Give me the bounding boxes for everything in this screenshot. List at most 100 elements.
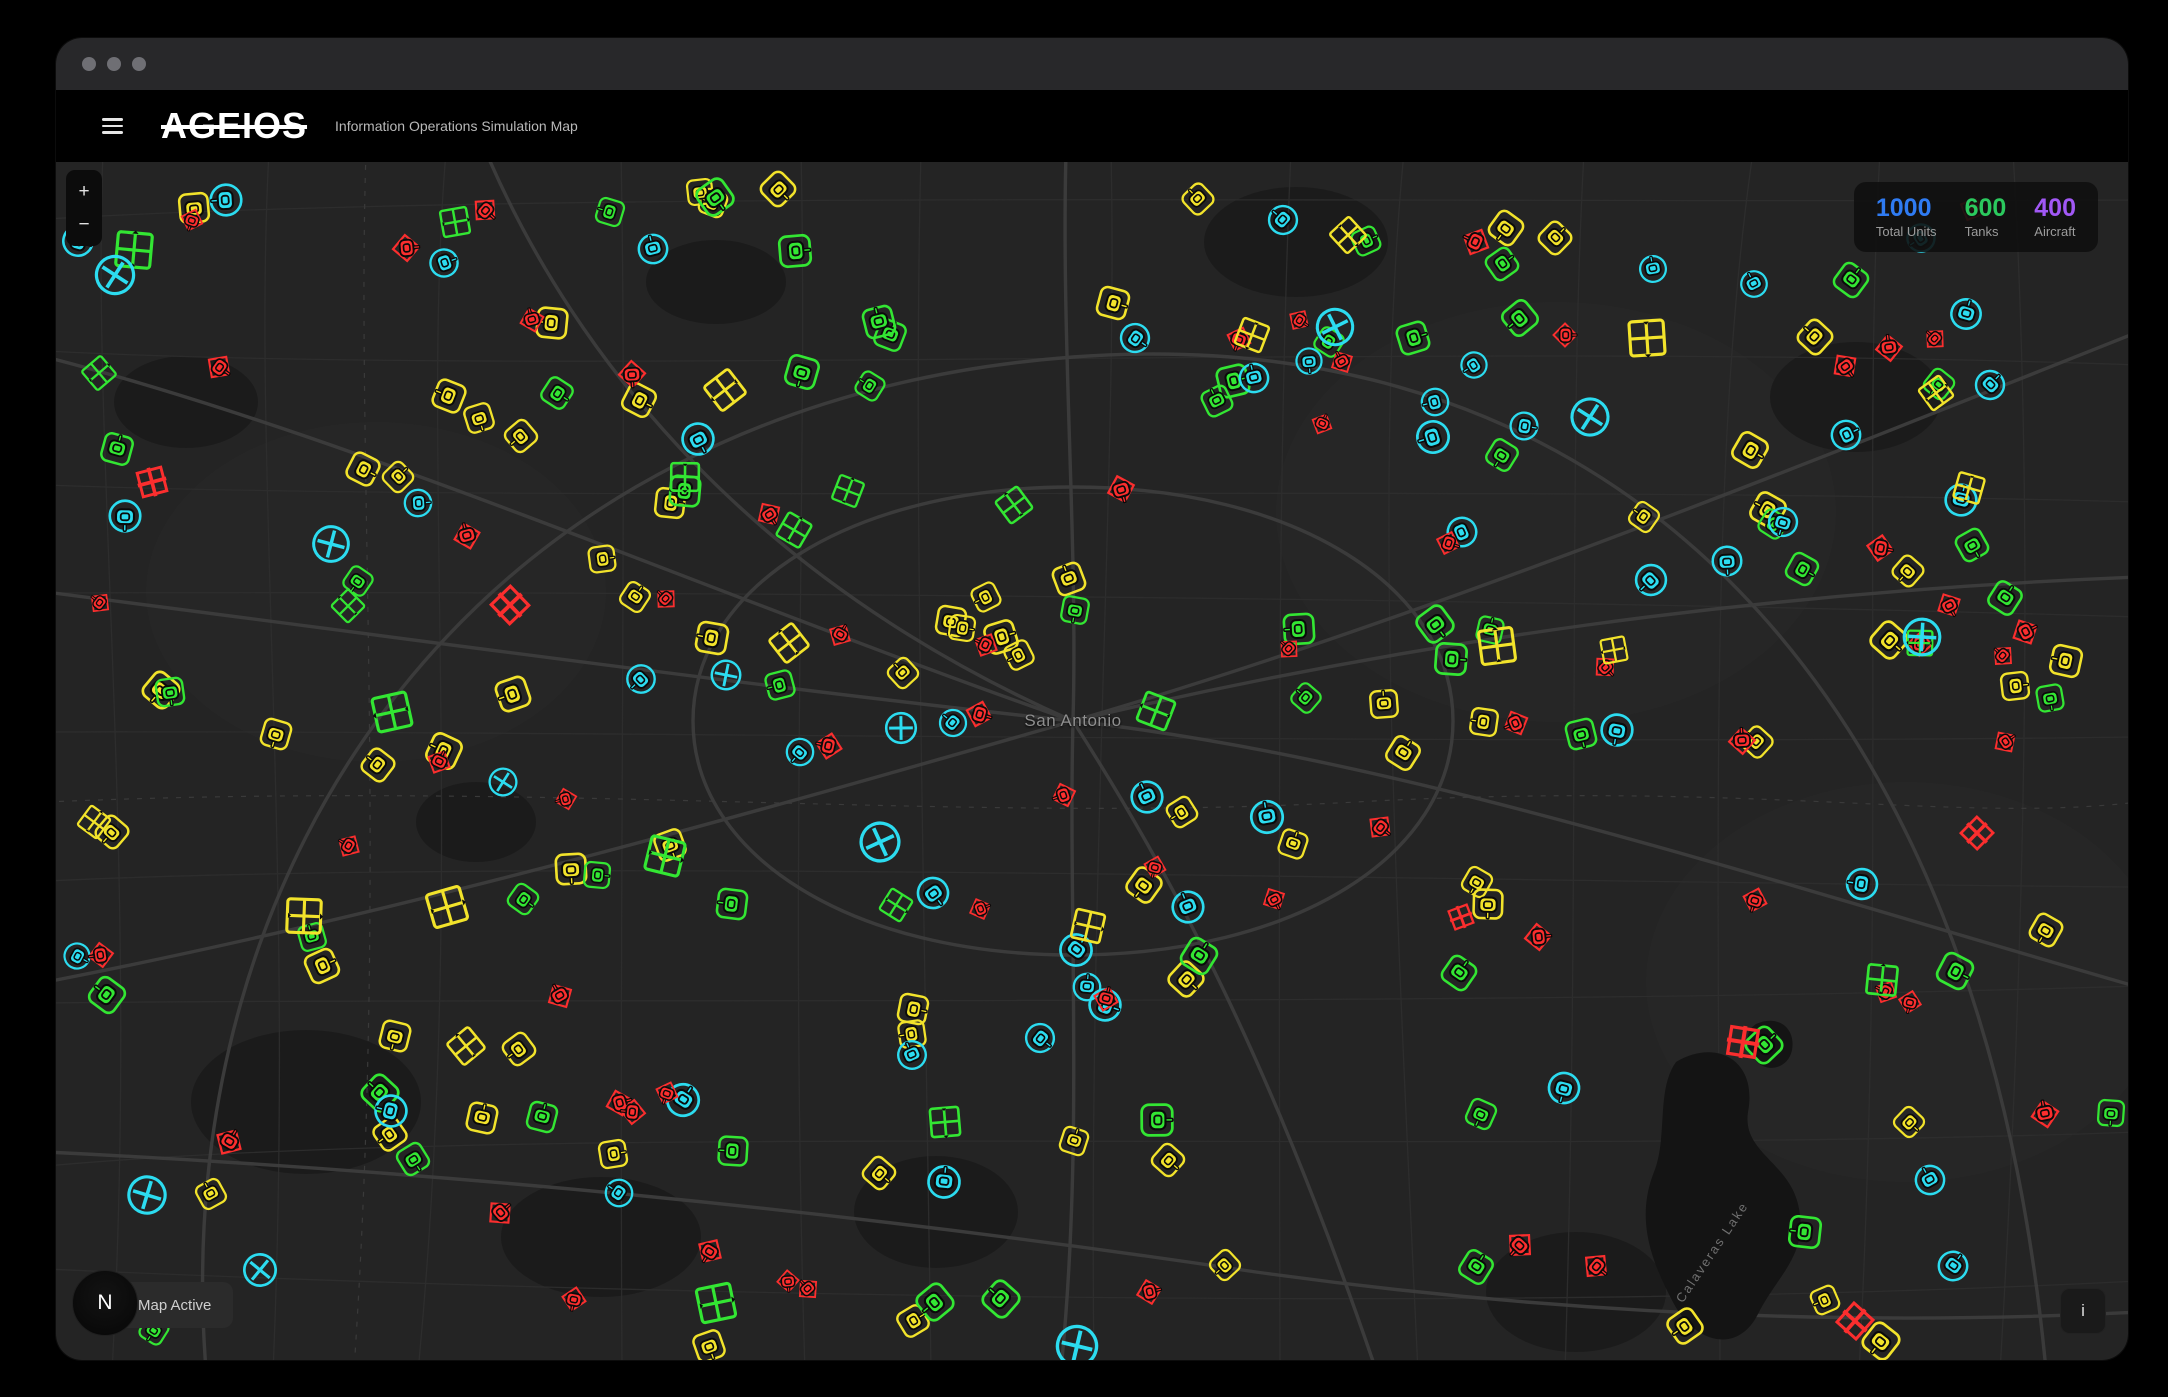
downed-unit-cyan-icon[interactable]	[484, 763, 522, 801]
tank-unit-yellow-icon[interactable]	[584, 541, 619, 576]
zoom-in-button[interactable]: +	[66, 175, 102, 208]
tank-unit-cyan-icon[interactable]	[1944, 292, 1988, 336]
downed-unit-cyan-icon[interactable]	[118, 1166, 177, 1225]
tank-unit-cyan-icon[interactable]	[423, 242, 464, 283]
tank-unit-cyan-icon[interactable]	[1929, 1242, 1976, 1289]
downed-unit-red-icon[interactable]	[486, 580, 535, 629]
tank-unit-cyan-icon[interactable]	[1234, 357, 1275, 398]
tank-unit-red-icon[interactable]	[615, 356, 650, 391]
tank-unit-red-icon[interactable]	[1736, 881, 1774, 919]
tank-unit-green-icon[interactable]	[1057, 592, 1094, 629]
info-button[interactable]: i	[2060, 1288, 2106, 1334]
tank-unit-yellow-icon[interactable]	[462, 1097, 503, 1138]
tank-unit-red-icon[interactable]	[1254, 880, 1292, 918]
aircraft-unit-yellow-icon[interactable]	[1596, 632, 1631, 667]
tank-unit-red-icon[interactable]	[329, 827, 368, 866]
tank-unit-green-icon[interactable]	[1561, 714, 1602, 755]
tank-unit-cyan-icon[interactable]	[107, 497, 144, 534]
tank-unit-cyan-icon[interactable]	[1164, 884, 1212, 932]
tank-unit-cyan-icon[interactable]	[1824, 412, 1869, 457]
window-maximize-icon[interactable]	[132, 57, 146, 71]
tank-unit-cyan-icon[interactable]	[924, 1162, 965, 1203]
aircraft-unit-green-icon[interactable]	[989, 481, 1038, 530]
downed-unit-cyan-icon[interactable]	[239, 1249, 280, 1290]
window-minimize-icon[interactable]	[107, 57, 121, 71]
tank-unit-yellow-icon[interactable]	[1660, 1301, 1710, 1351]
tank-unit-yellow-icon[interactable]	[1887, 1101, 1930, 1144]
tank-unit-red-icon[interactable]	[1861, 529, 1899, 567]
tank-unit-yellow-icon[interactable]	[753, 165, 803, 215]
tank-unit-green-icon[interactable]	[151, 673, 188, 710]
tank-unit-yellow-icon[interactable]	[687, 1325, 730, 1360]
tank-unit-red-icon[interactable]	[963, 892, 998, 927]
tank-unit-yellow-icon[interactable]	[374, 1016, 415, 1057]
tank-unit-cyan-icon[interactable]	[1246, 796, 1289, 839]
tank-unit-red-icon[interactable]	[549, 782, 582, 815]
tank-unit-red-icon[interactable]	[388, 230, 424, 266]
downed-unit-cyan-icon[interactable]	[876, 703, 926, 753]
tank-unit-red-icon[interactable]	[1130, 1273, 1167, 1310]
tank-unit-yellow-icon[interactable]	[1145, 1136, 1191, 1182]
zoom-out-button[interactable]: −	[66, 208, 102, 241]
tank-unit-green-icon[interactable]	[1460, 1092, 1502, 1134]
tank-unit-green-icon[interactable]	[591, 193, 629, 231]
tank-unit-cyan-icon[interactable]	[1542, 1066, 1586, 1110]
tank-unit-yellow-icon[interactable]	[1725, 425, 1775, 475]
downed-unit-cyan-icon[interactable]	[702, 651, 749, 698]
tank-unit-cyan-icon[interactable]	[1636, 251, 1672, 287]
tank-unit-cyan-icon[interactable]	[1016, 1014, 1063, 1061]
tank-unit-red-icon[interactable]	[83, 938, 118, 973]
tank-unit-yellow-icon[interactable]	[256, 714, 297, 755]
tank-unit-cyan-icon[interactable]	[402, 486, 435, 519]
tank-unit-yellow-icon[interactable]	[1531, 215, 1578, 262]
hamburger-menu-icon[interactable]	[102, 118, 123, 133]
tank-unit-green-icon[interactable]	[1138, 1100, 1176, 1138]
tank-unit-red-icon[interactable]	[447, 516, 487, 556]
tank-unit-yellow-icon[interactable]	[1054, 1121, 1093, 1160]
downed-unit-red-icon[interactable]	[1831, 1297, 1879, 1345]
tank-unit-red-icon[interactable]	[1871, 330, 1907, 366]
tank-unit-red-icon[interactable]	[206, 1119, 252, 1165]
tank-unit-green-icon[interactable]	[1826, 256, 1875, 305]
tank-unit-cyan-icon[interactable]	[1625, 555, 1676, 606]
tank-unit-yellow-icon[interactable]	[2022, 907, 2068, 953]
tank-unit-green-icon[interactable]	[1495, 293, 1546, 344]
tank-unit-yellow-icon[interactable]	[893, 989, 933, 1029]
tank-unit-red-icon[interactable]	[1573, 1243, 1619, 1289]
aircraft-unit-yellow-icon[interactable]	[763, 617, 815, 669]
aircraft-unit-yellow-icon[interactable]	[420, 880, 474, 934]
compass-button[interactable]: N	[72, 1270, 138, 1336]
tank-unit-yellow-icon[interactable]	[495, 1026, 541, 1072]
tank-unit-red-icon[interactable]	[1823, 344, 1868, 389]
tank-unit-red-icon[interactable]	[616, 1095, 650, 1129]
aircraft-unit-green-icon[interactable]	[667, 459, 703, 495]
tank-unit-red-icon[interactable]	[556, 1281, 591, 1316]
tank-unit-green-icon[interactable]	[1434, 948, 1483, 997]
aircraft-unit-yellow-icon[interactable]	[697, 362, 752, 417]
downed-unit-cyan-icon[interactable]	[1045, 1314, 1110, 1360]
tank-unit-red-icon[interactable]	[197, 345, 241, 389]
tank-unit-red-icon[interactable]	[1551, 320, 1580, 349]
tank-unit-green-icon[interactable]	[779, 349, 825, 395]
tank-unit-cyan-icon[interactable]	[1410, 414, 1457, 461]
window-titlebar[interactable]	[56, 38, 2128, 90]
tank-unit-cyan-icon[interactable]	[1292, 344, 1324, 376]
tank-unit-red-icon[interactable]	[1725, 724, 1759, 758]
tank-unit-red-icon[interactable]	[647, 580, 686, 619]
tank-unit-yellow-icon[interactable]	[190, 1173, 233, 1216]
tank-unit-cyan-icon[interactable]	[1595, 708, 1638, 751]
tank-unit-red-icon[interactable]	[1496, 702, 1537, 743]
tank-unit-yellow-icon[interactable]	[498, 413, 544, 459]
aircraft-unit-yellow-icon[interactable]	[441, 1021, 491, 1071]
tank-unit-green-icon[interactable]	[2032, 680, 2068, 716]
tank-unit-green-icon[interactable]	[81, 969, 132, 1020]
tank-unit-red-icon[interactable]	[1520, 918, 1556, 954]
downed-unit-cyan-icon[interactable]	[1564, 391, 1616, 443]
tank-unit-red-icon[interactable]	[810, 727, 848, 765]
tank-unit-green-icon[interactable]	[580, 858, 613, 891]
tank-unit-red-icon[interactable]	[477, 1190, 523, 1236]
aircraft-unit-green-icon[interactable]	[690, 1277, 742, 1329]
tank-unit-red-icon[interactable]	[820, 616, 859, 655]
tank-unit-green-icon[interactable]	[1784, 1211, 1825, 1252]
tank-unit-green-icon[interactable]	[1779, 546, 1825, 592]
